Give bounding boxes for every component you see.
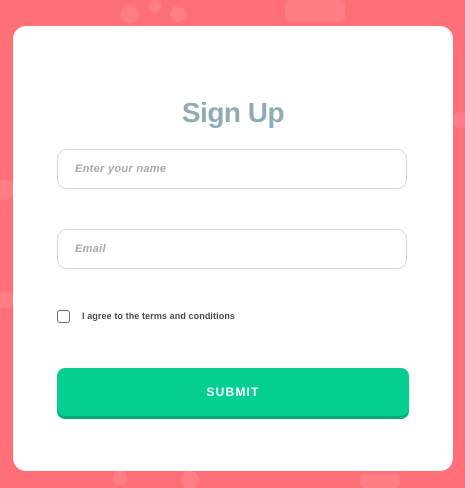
signup-card: Sign Up I agree to the terms and conditi… [13,26,453,471]
submit-button[interactable]: SUBMIT [57,368,409,416]
email-input[interactable] [57,229,407,269]
terms-agreement: I agree to the terms and conditions [57,309,235,323]
terms-label: I agree to the terms and conditions [82,311,236,321]
signup-title: Sign Up [181,97,285,128]
name-input[interactable] [57,149,407,189]
terms-checkbox[interactable] [57,309,70,323]
